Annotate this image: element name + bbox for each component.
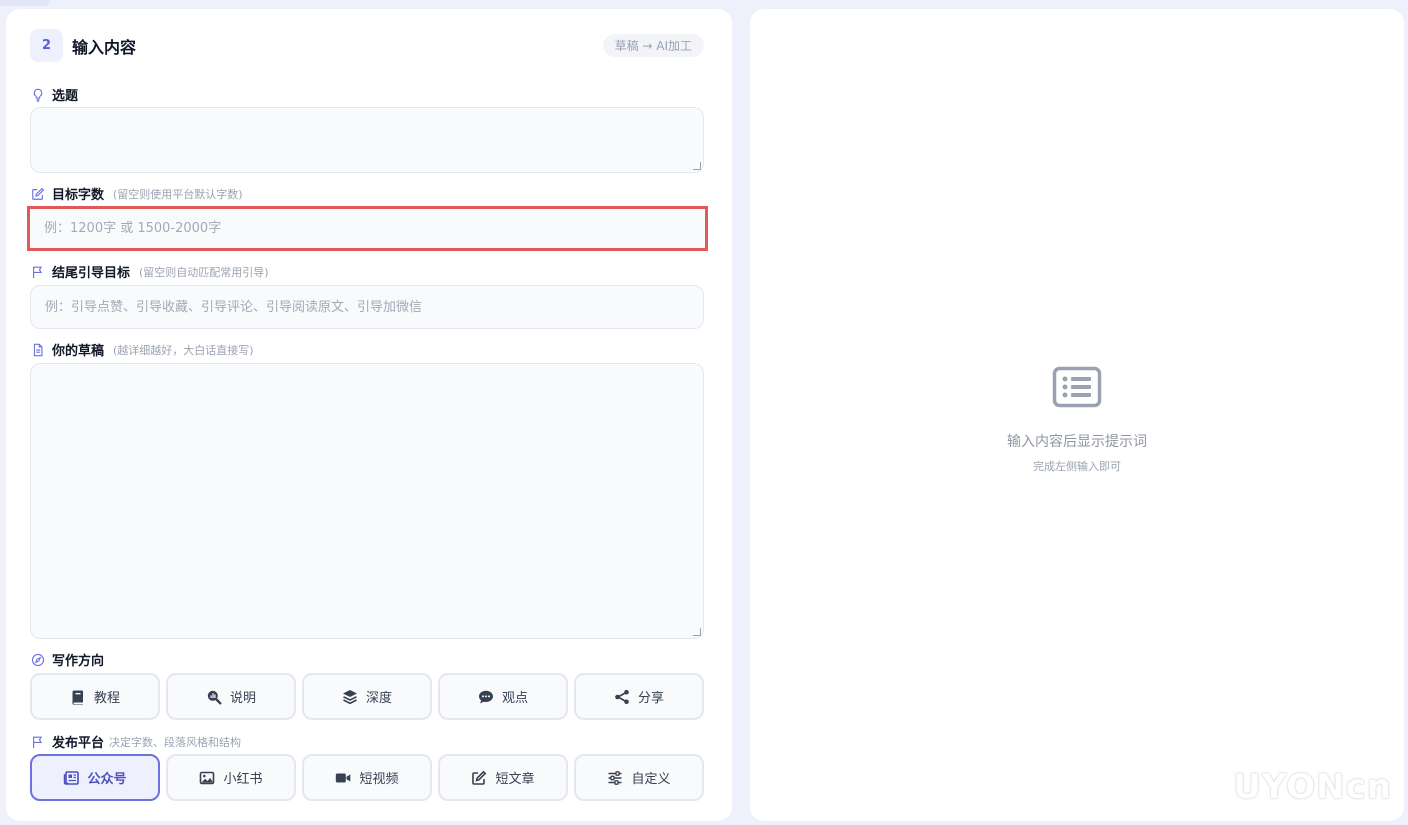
platform-option-label: 公众号	[87, 772, 127, 787]
word-count-label-text: 目标字数	[52, 188, 105, 203]
platform-option-short-article[interactable]: 短文章	[438, 754, 568, 801]
draft-label-text: 你的草稿	[52, 344, 105, 359]
list-icon	[1052, 366, 1102, 408]
direction-option-label: 观点	[501, 691, 528, 706]
resize-handle[interactable]	[693, 162, 701, 170]
cta-label: 结尾引导目标 (留空则自动匹配常用引导)	[31, 262, 269, 281]
draft-hint: (越详细越好，大白话直接写)	[113, 343, 254, 357]
draft-textarea[interactable]	[30, 363, 704, 639]
resize-handle[interactable]	[693, 628, 701, 636]
platform-option-label: 短文章	[495, 772, 535, 787]
direction-option-explain[interactable]: 说明	[166, 673, 296, 720]
flag-icon	[31, 735, 45, 749]
topic-textarea[interactable]	[30, 107, 704, 173]
topic-label-text: 选题	[52, 89, 79, 104]
edit-icon	[31, 187, 45, 201]
platform-option-xiaohongshu[interactable]: 小红书	[166, 754, 296, 801]
chart-search-icon	[207, 690, 222, 704]
direction-option-depth[interactable]: 深度	[302, 673, 432, 720]
platform-hint: 决定字数、段落风格和结构	[109, 735, 242, 749]
step-number-badge: 2	[30, 29, 63, 62]
lightbulb-icon	[31, 88, 45, 102]
watermark: UYONcn	[1233, 767, 1392, 807]
comment-icon	[478, 690, 493, 703]
platform-options: 公众号 小红书 短视频 短文章 自定义	[30, 754, 704, 801]
cta-input[interactable]	[30, 285, 704, 329]
direction-label: 写作方向	[31, 650, 104, 669]
platform-option-custom[interactable]: 自定义	[574, 754, 704, 801]
platform-label-text: 发布平台	[52, 736, 105, 751]
direction-option-label: 深度	[365, 691, 392, 706]
topic-label: 选题	[31, 85, 78, 104]
compass-icon	[31, 653, 45, 667]
share-icon	[615, 689, 629, 704]
video-icon	[336, 773, 351, 782]
book-icon	[72, 690, 83, 705]
direction-option-label: 说明	[229, 691, 256, 706]
platform-option-short-video[interactable]: 短视频	[302, 754, 432, 801]
platform-option-label: 自定义	[631, 772, 671, 787]
platform-option-label: 短视频	[359, 772, 399, 787]
input-panel: 2 输入内容 草稿 → AI加工 选题 目标字数 (留空则使用平台默认字数) 结…	[6, 9, 732, 821]
mode-badge: 草稿 → AI加工	[602, 34, 704, 57]
direction-option-label: 教程	[93, 691, 120, 706]
draft-label: 你的草稿 (越详细越好，大白话直接写)	[31, 340, 254, 359]
layers-icon	[342, 689, 357, 704]
direction-option-share[interactable]: 分享	[574, 673, 704, 720]
newspaper-icon	[64, 770, 80, 785]
platform-option-label: 小红书	[223, 772, 263, 787]
word-count-input[interactable]	[27, 206, 708, 251]
document-icon	[31, 343, 45, 357]
direction-label-text: 写作方向	[52, 654, 105, 669]
direction-option-opinion[interactable]: 观点	[438, 673, 568, 720]
direction-option-label: 分享	[637, 691, 664, 706]
platform-option-wechat[interactable]: 公众号	[30, 754, 160, 801]
cta-hint: (留空则自动匹配常用引导)	[139, 265, 269, 279]
sliders-icon	[608, 770, 622, 785]
image-icon	[200, 771, 215, 784]
corner-decoration	[0, 0, 50, 6]
direction-option-tutorial[interactable]: 教程	[30, 673, 160, 720]
cta-label-text: 结尾引导目标	[52, 266, 131, 281]
flag-icon	[31, 265, 45, 279]
word-count-label: 目标字数 (留空则使用平台默认字数)	[31, 184, 243, 203]
empty-state-title: 输入内容后显示提示词	[1007, 434, 1147, 450]
edit-icon	[472, 770, 487, 785]
platform-label: 发布平台 决定字数、段落风格和结构	[31, 732, 241, 751]
section-title: 输入内容	[72, 38, 137, 57]
prompt-preview-panel	[750, 9, 1404, 821]
word-count-hint: (留空则使用平台默认字数)	[113, 187, 243, 201]
empty-state-subtitle: 完成左侧输入即可	[1033, 460, 1121, 473]
direction-options: 教程 说明 深度 观点 分享	[30, 673, 704, 720]
